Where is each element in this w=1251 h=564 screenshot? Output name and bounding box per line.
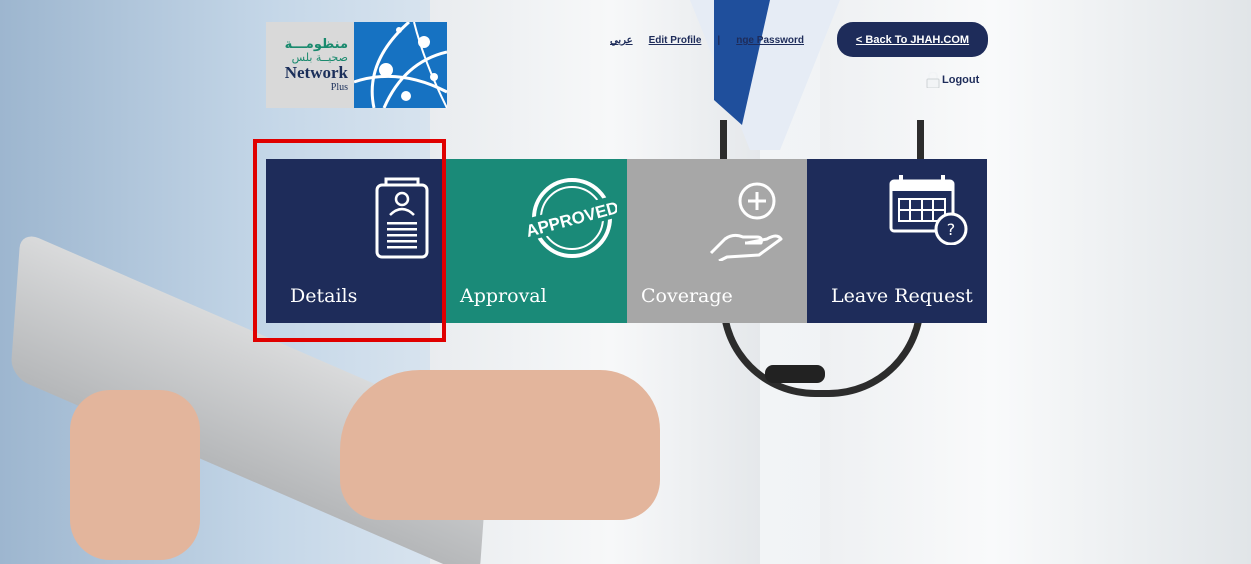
back-to-jhah-button[interactable]: < Back To JHAH.COM — [837, 22, 988, 57]
logo-arabic-line2: صحيــة بلس — [291, 50, 348, 64]
logo-text: منظومـــة صحيــة بلس Network Plus — [266, 22, 354, 108]
tile-details[interactable]: Details — [266, 159, 446, 323]
logo-brand: Network — [284, 62, 348, 82]
tile-leave-request[interactable]: ? Leave Request — [807, 159, 987, 323]
network-plus-logo[interactable]: منظومـــة صحيــة بلس Network Plus — [266, 20, 448, 109]
hand-right — [340, 370, 660, 520]
logo-sub: Plus — [330, 81, 348, 93]
logout-label: Logout — [942, 74, 980, 86]
approved-stamp-icon: APPROVED — [524, 173, 621, 267]
tile-coverage-label: Coverage — [641, 285, 733, 307]
tile-approval[interactable]: APPROVED Approval — [446, 159, 627, 323]
hand-left — [70, 390, 200, 560]
calendar-question-icon: ? — [885, 175, 973, 249]
edit-profile-link[interactable]: Edit Profile — [649, 35, 702, 46]
stethoscope-end — [765, 365, 825, 383]
svg-text:?: ? — [947, 220, 956, 239]
svg-text:APPROVED: APPROVED — [527, 198, 617, 241]
logo-arabic-line1: منظومـــة — [284, 36, 348, 52]
document-person-icon — [374, 175, 430, 263]
tile-approval-label: Approval — [460, 285, 547, 307]
hand-plus-icon — [707, 181, 787, 265]
arabic-language-link[interactable]: عربي — [610, 35, 633, 46]
lock-icon — [926, 71, 940, 89]
logout-button[interactable]: Logout — [926, 71, 980, 89]
tile-coverage[interactable]: Coverage — [627, 159, 807, 323]
link-separator: | — [717, 35, 721, 46]
network-globe-icon — [353, 20, 448, 109]
menu-tiles: Details APPROVED Approval Coverage ? Lea… — [266, 159, 987, 323]
tile-details-label: Details — [290, 285, 358, 307]
header-links: عربي Edit Profile | nge Password — [610, 35, 804, 46]
change-password-link[interactable]: nge Password — [736, 35, 804, 46]
tile-leave-request-label: Leave Request — [831, 285, 973, 307]
